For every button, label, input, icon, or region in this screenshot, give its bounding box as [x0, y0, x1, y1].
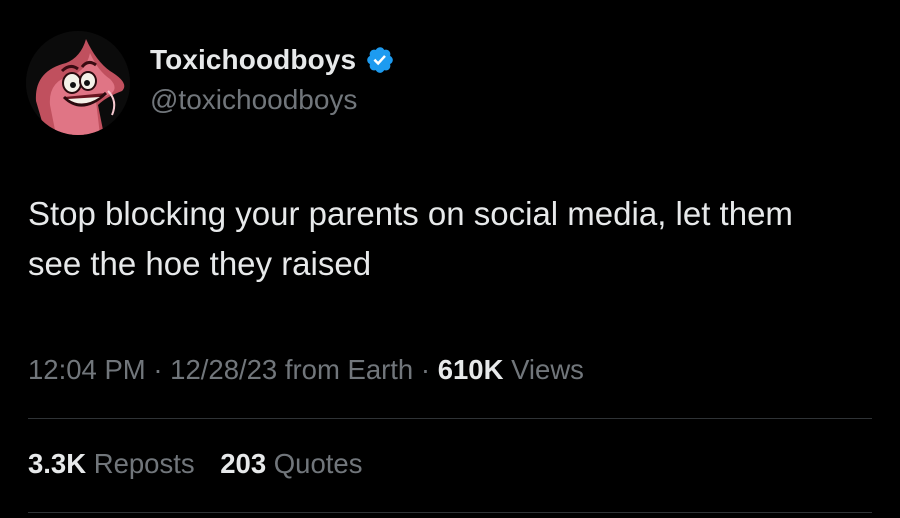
- avatar[interactable]: [26, 31, 130, 135]
- tweet-source: from Earth: [284, 354, 414, 385]
- engagement-stats: 3.3K Reposts 203 Quotes: [28, 442, 362, 486]
- divider-bottom: [28, 512, 872, 513]
- tweet-meta: 12:04 PM · 12/28/23 from Earth · 610K Vi…: [28, 348, 584, 392]
- name-row: Toxichoodboys: [150, 40, 395, 80]
- quotes-label: Quotes: [273, 448, 363, 479]
- meta-separator: ·: [153, 354, 163, 385]
- quotes-stat[interactable]: 203 Quotes: [220, 442, 362, 486]
- reposts-stat[interactable]: 3.3K Reposts: [28, 442, 195, 486]
- display-name[interactable]: Toxichoodboys: [150, 44, 356, 76]
- user-handle[interactable]: @toxichoodboys: [150, 80, 357, 120]
- verified-badge-icon[interactable]: [365, 45, 395, 75]
- meta-separator: ·: [420, 354, 431, 385]
- divider: [28, 418, 872, 419]
- views-count[interactable]: 610K: [438, 354, 504, 385]
- tweet-card: Toxichoodboys @toxichoodboys Stop blocki…: [0, 0, 900, 518]
- reposts-count: 3.3K: [28, 448, 87, 479]
- reposts-label: Reposts: [93, 448, 195, 479]
- tweet-time[interactable]: 12:04 PM: [28, 354, 146, 385]
- patrick-star-avatar-icon: [26, 31, 130, 135]
- tweet-text: Stop blocking your parents on social med…: [28, 195, 793, 282]
- views-label: Views: [511, 354, 584, 385]
- quotes-count: 203: [220, 448, 267, 479]
- tweet-date[interactable]: 12/28/23: [170, 354, 277, 385]
